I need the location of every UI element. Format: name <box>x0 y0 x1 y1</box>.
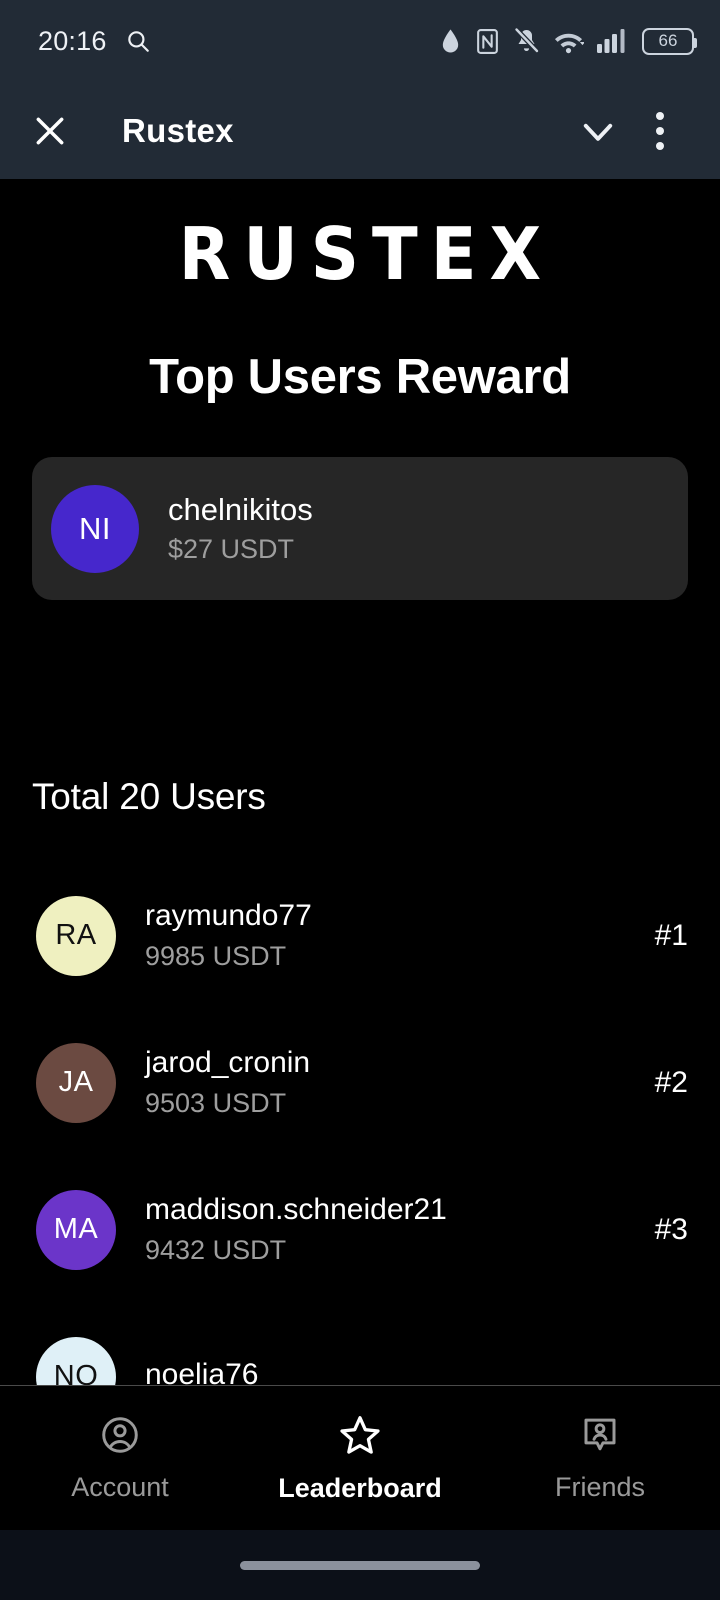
overflow-dot <box>656 141 664 150</box>
list-item[interactable]: RA raymundo77 9985 USDT #1 <box>0 862 720 1009</box>
page-title: Top Users Reward <box>149 350 571 404</box>
nav-item-friends[interactable]: Friends <box>480 1414 720 1503</box>
nav-label-leaderboard: Leaderboard <box>278 1472 442 1503</box>
battery-icon: 66 <box>642 27 697 55</box>
status-bar: 20:16 66 <box>0 0 720 82</box>
list-item-amount: 9503 USDT <box>145 1088 287 1119</box>
list-item[interactable]: MA maddison.schneider21 9432 USDT #3 <box>0 1156 720 1303</box>
app-bar: Rustex <box>0 82 720 179</box>
list-item-username: raymundo77 <box>145 899 312 933</box>
home-indicator[interactable] <box>240 1560 480 1570</box>
avatar: MA <box>36 1189 116 1270</box>
notifications-muted-icon <box>513 27 540 55</box>
list-item-rank: #1 <box>654 918 688 952</box>
nfc-icon <box>475 28 500 55</box>
battery-percent-label: 66 <box>658 31 678 50</box>
list-item-username: maddison.schneider21 <box>145 1193 447 1227</box>
avatar: JA <box>36 1042 116 1123</box>
list-item-amount: 9985 USDT <box>145 941 287 972</box>
top-user-reward-card[interactable]: NI chelnikitos $27 USDT <box>32 457 688 600</box>
reward-card-text: chelnikitos $27 USDT <box>168 490 313 568</box>
list-item-text: noelia76 <box>145 1355 688 1385</box>
list-item-rank: #2 <box>654 1065 688 1099</box>
nav-label-account: Account <box>71 1471 169 1502</box>
gesture-navigation-bar <box>0 1530 720 1600</box>
reward-username: chelnikitos <box>168 491 313 527</box>
list-item-text: raymundo77 9985 USDT <box>145 896 655 974</box>
total-users-label: Total 20 Users <box>32 776 266 817</box>
overflow-dot <box>656 126 664 135</box>
more-vertical-icon[interactable] <box>630 99 690 163</box>
account-circle-icon <box>99 1414 141 1461</box>
list-item-username: jarod_cronin <box>145 1046 311 1080</box>
avatar-initials: MA <box>53 1213 99 1245</box>
search-icon[interactable] <box>125 28 151 54</box>
chevron-down-icon[interactable] <box>566 99 630 163</box>
app-bar-title: Rustex <box>122 111 234 149</box>
close-icon[interactable] <box>30 111 70 151</box>
water-drop-icon <box>439 27 462 55</box>
status-bar-clock: 20:16 <box>38 25 107 56</box>
leaderboard-list: RA raymundo77 9985 USDT #1 JA jarod_cron… <box>0 862 720 1385</box>
status-bar-right: 66 <box>439 27 697 55</box>
rustex-logo: RUSTEX <box>178 211 555 297</box>
list-item[interactable]: JA jarod_cronin 9503 USDT #2 <box>0 1009 720 1156</box>
avatar-initials: NO <box>53 1360 99 1385</box>
list-item-amount: 9432 USDT <box>145 1235 287 1266</box>
avatar-initials: JA <box>58 1066 94 1098</box>
overflow-dot <box>656 111 664 120</box>
avatar-initials: NI <box>79 510 111 546</box>
list-item-text: jarod_cronin 9503 USDT <box>145 1043 655 1121</box>
list-item-text: maddison.schneider21 9432 USDT <box>145 1190 655 1268</box>
main-content: RUSTEX Top Users Reward NI chelnikitos $… <box>0 179 720 1385</box>
nav-item-leaderboard[interactable]: Leaderboard <box>240 1413 480 1504</box>
nav-label-friends: Friends <box>554 1471 646 1502</box>
contact-card-icon <box>579 1414 621 1461</box>
bottom-navigation: Account Leaderboard Friends <box>0 1385 720 1530</box>
avatar: RA <box>36 895 116 976</box>
list-item-rank: #3 <box>654 1212 688 1246</box>
cellular-signal-icon <box>597 27 629 55</box>
wifi-icon <box>553 27 584 55</box>
avatar: NO <box>36 1336 116 1385</box>
nav-item-account[interactable]: Account <box>0 1414 240 1503</box>
avatar-initials: RA <box>55 919 97 951</box>
phone-screen: 20:16 66 Rustex RUSTEX Top Users Reward … <box>0 0 720 1600</box>
reward-amount: $27 USDT <box>168 534 295 565</box>
list-item[interactable]: NO noelia76 <box>0 1303 720 1385</box>
star-icon <box>338 1413 382 1462</box>
list-item-username: noelia76 <box>145 1358 259 1385</box>
avatar: NI <box>51 484 139 573</box>
status-bar-left: 20:16 <box>38 26 151 57</box>
